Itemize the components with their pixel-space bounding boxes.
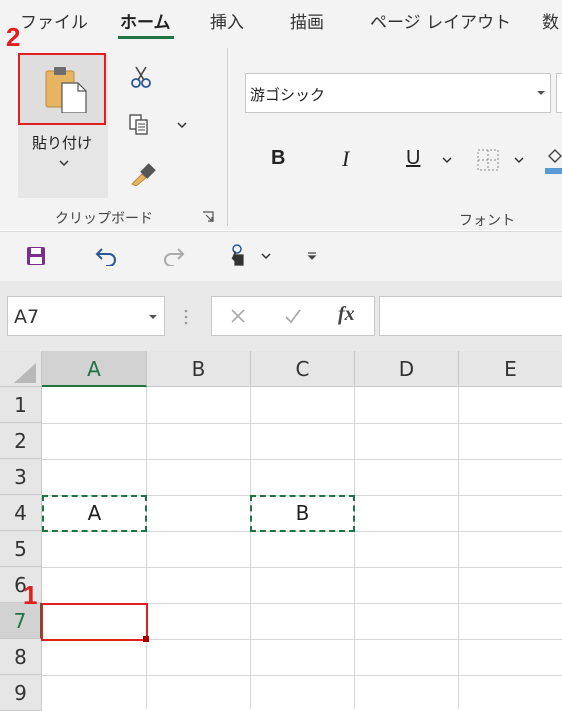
- tab-draw[interactable]: 描画: [290, 8, 324, 33]
- bold-button[interactable]: B: [271, 147, 285, 170]
- column-header-d[interactable]: D: [355, 351, 459, 387]
- tab-home[interactable]: ホーム: [120, 8, 171, 33]
- font-group-label: フォント: [459, 213, 515, 229]
- step-1-marker: 1: [23, 580, 38, 610]
- column-header-e[interactable]: E: [459, 351, 562, 387]
- undo-icon[interactable]: [94, 246, 118, 266]
- splitter-grip-icon[interactable]: [183, 308, 189, 326]
- font-size-select[interactable]: [556, 73, 562, 113]
- ribbon-tab-bar: ファイル ホーム 挿入 描画 ページ レイアウト 数: [0, 0, 562, 40]
- row-header-9[interactable]: 9: [0, 675, 42, 711]
- borders-icon[interactable]: [477, 149, 499, 171]
- tab-file[interactable]: ファイル: [20, 8, 88, 33]
- grid-line: [146, 387, 147, 709]
- column-header-b[interactable]: B: [147, 351, 251, 387]
- font-name-select[interactable]: 游ゴシック: [245, 73, 551, 113]
- select-all-triangle-icon: [14, 363, 36, 383]
- clipboard-group-label: クリップボード: [55, 211, 153, 227]
- clipboard-paste-icon: [45, 67, 87, 113]
- grid-line: [42, 675, 562, 676]
- save-icon[interactable]: [26, 246, 46, 266]
- name-box[interactable]: A7: [7, 296, 165, 336]
- name-box-dropdown-icon[interactable]: [148, 313, 158, 321]
- insert-function-button[interactable]: fx: [338, 303, 355, 326]
- row-header-1[interactable]: 1: [0, 387, 42, 423]
- fill-handle[interactable]: [143, 636, 149, 642]
- row-header-8[interactable]: 8: [0, 639, 42, 675]
- formula-input[interactable]: [379, 296, 562, 336]
- quick-access-toolbar: [0, 231, 562, 282]
- redo-icon[interactable]: [162, 246, 186, 266]
- select-all-button[interactable]: [0, 351, 42, 387]
- format-painter-icon[interactable]: [130, 162, 156, 186]
- grid-line: [250, 387, 251, 709]
- chevron-down-icon[interactable]: [58, 158, 70, 168]
- enter-check-icon[interactable]: [284, 308, 302, 324]
- font-name-value: 游ゴシック: [250, 86, 326, 104]
- cancel-icon[interactable]: [230, 308, 246, 324]
- font-dropdown-arrow-icon[interactable]: [536, 89, 546, 97]
- copy-options-chevron-icon[interactable]: [176, 120, 188, 130]
- copy-icon[interactable]: [128, 113, 150, 137]
- customize-qat-icon[interactable]: [306, 250, 318, 262]
- dialog-launcher-icon[interactable]: [202, 211, 214, 223]
- group-separator: [227, 48, 228, 226]
- tab-insert[interactable]: 挿入: [210, 8, 244, 33]
- grid-line: [42, 567, 562, 568]
- grid-line: [42, 423, 562, 424]
- formula-buttons: fx: [211, 296, 375, 336]
- tab-formulas-partial[interactable]: 数: [542, 8, 559, 33]
- underline-chevron-icon[interactable]: [441, 155, 453, 165]
- scissors-cut-icon[interactable]: [130, 65, 152, 89]
- row-header-3[interactable]: 3: [0, 459, 42, 495]
- selected-cell-a7[interactable]: [41, 603, 148, 641]
- paste-button[interactable]: [18, 53, 106, 125]
- column-header-c[interactable]: C: [251, 351, 355, 387]
- italic-button[interactable]: I: [342, 146, 349, 172]
- touch-mode-chevron-icon[interactable]: [260, 251, 272, 261]
- row-header-5[interactable]: 5: [0, 531, 42, 567]
- underline-button[interactable]: U: [406, 147, 420, 170]
- fill-color-icon[interactable]: [545, 146, 562, 176]
- cell-a4[interactable]: A: [42, 495, 147, 531]
- name-box-value: A7: [14, 306, 40, 328]
- active-tab-indicator: [118, 36, 174, 39]
- row-header-4[interactable]: 4: [0, 495, 42, 531]
- grid-line: [458, 387, 459, 709]
- column-header-a[interactable]: A: [42, 351, 147, 387]
- row-header-2[interactable]: 2: [0, 423, 42, 459]
- grid-line: [42, 459, 562, 460]
- tab-page-layout[interactable]: ページ レイアウト: [370, 8, 511, 33]
- cell-c4[interactable]: B: [250, 495, 355, 531]
- grid-line: [354, 387, 355, 709]
- touch-mode-icon[interactable]: [228, 243, 250, 269]
- paste-label: 貼り付け: [32, 134, 93, 152]
- step-2-marker: 2: [6, 22, 21, 52]
- borders-chevron-icon[interactable]: [513, 155, 525, 165]
